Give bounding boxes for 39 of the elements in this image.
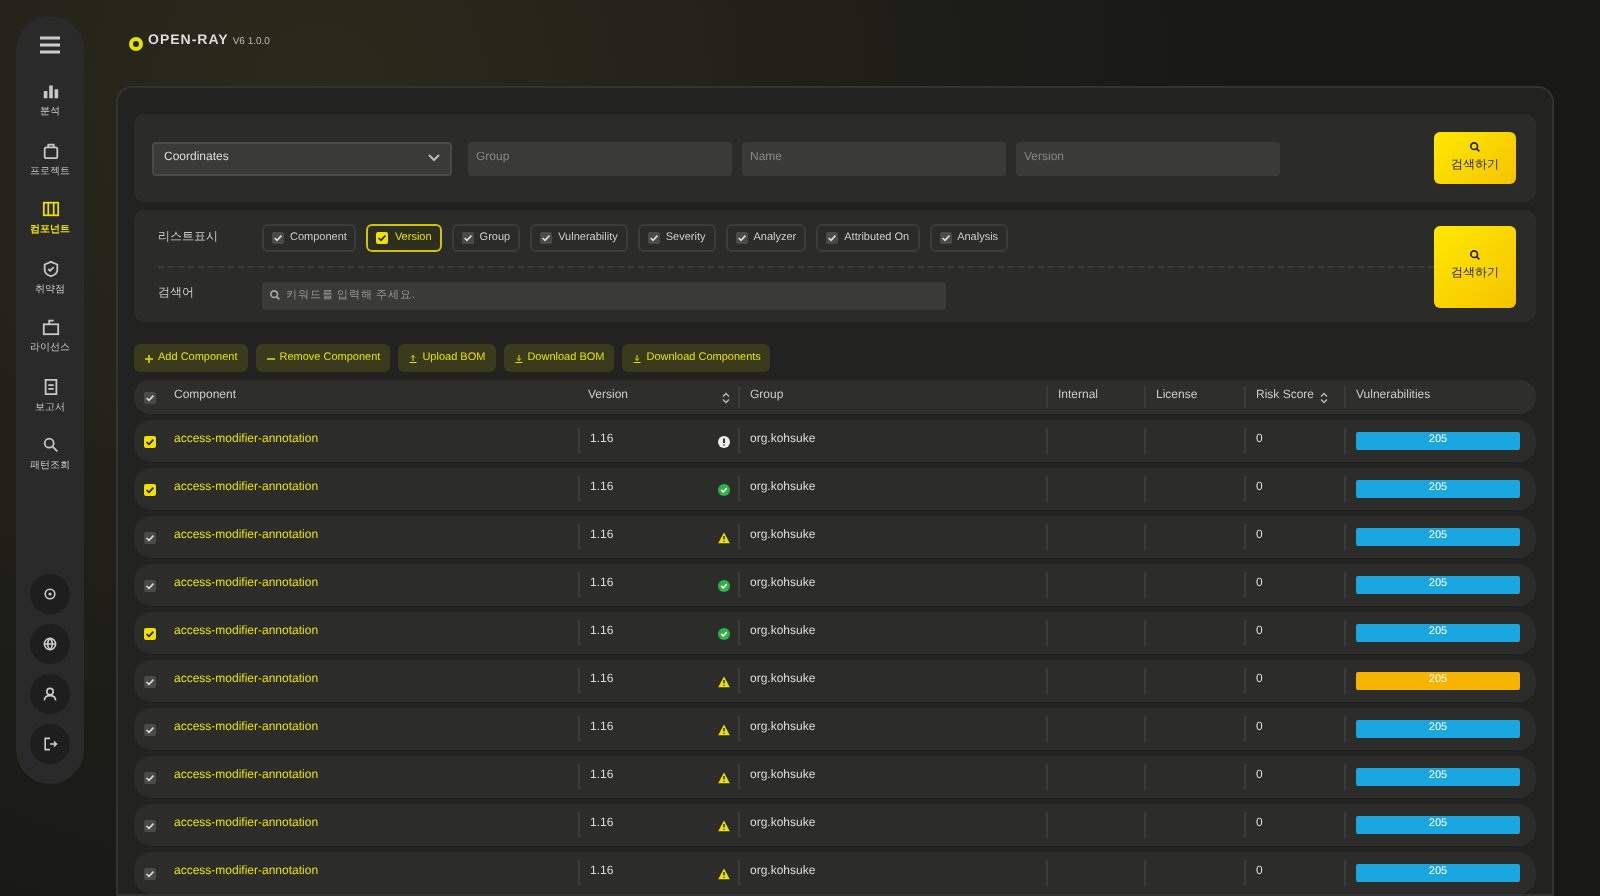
row-checkbox[interactable] (144, 627, 156, 639)
upload-icon (408, 353, 419, 363)
briefcase-icon (41, 141, 59, 159)
sort-icon[interactable] (1320, 391, 1329, 403)
row-checkbox[interactable] (144, 435, 156, 447)
check-circle-icon (718, 579, 730, 591)
download-icon (632, 353, 643, 363)
settings-icon[interactable] (42, 586, 58, 602)
search-icon (270, 290, 280, 300)
sort-icon[interactable] (722, 391, 730, 403)
logout-icon[interactable] (42, 736, 58, 752)
minus-icon (265, 353, 276, 363)
warning-icon (718, 723, 730, 735)
warning-icon (718, 867, 730, 879)
check-circle-icon (718, 627, 730, 639)
box-icon (41, 318, 59, 336)
warning-icon (718, 771, 730, 783)
search-icon (41, 436, 59, 454)
warning-icon (718, 819, 730, 831)
search-icon (1470, 141, 1480, 151)
grid-icon (41, 200, 59, 218)
row-checkbox[interactable] (144, 483, 156, 495)
check-circle-icon (718, 483, 730, 495)
logo-icon (128, 35, 144, 51)
warning-icon (718, 531, 730, 543)
search-icon (1470, 249, 1480, 259)
shield-icon (41, 259, 59, 277)
plus-icon (144, 353, 154, 363)
menu-icon[interactable] (40, 36, 60, 54)
globe-icon[interactable] (42, 636, 58, 652)
info-icon (718, 435, 730, 447)
chart-icon (41, 82, 59, 100)
warning-icon (718, 675, 730, 687)
user-icon[interactable] (42, 686, 58, 702)
download-icon (513, 353, 524, 363)
select-all-checkbox[interactable] (144, 391, 156, 403)
chevron-down-icon (428, 154, 440, 162)
document-icon (41, 377, 59, 395)
checkbox[interactable] (376, 232, 389, 244)
